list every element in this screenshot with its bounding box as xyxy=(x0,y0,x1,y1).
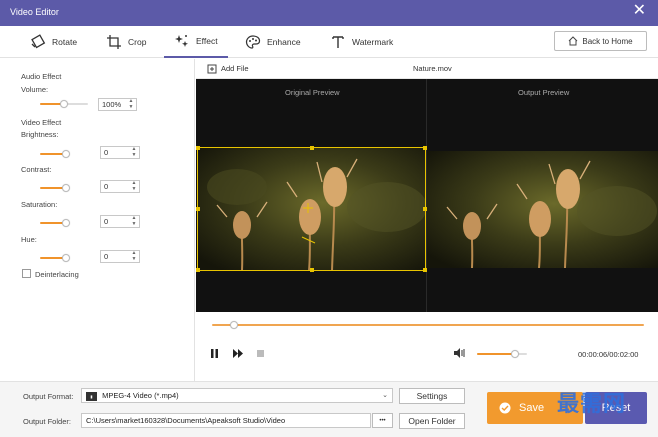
output-preview-label: Output Preview xyxy=(518,88,570,97)
output-format-value: MPEG-4 Video (*.mp4) xyxy=(102,391,179,400)
saturation-stepper[interactable]: 0 ▲ ▼ xyxy=(100,215,140,228)
hue-label: Hue: xyxy=(21,235,37,244)
hue-value: 0 xyxy=(104,252,109,261)
player-volume-fill xyxy=(477,353,515,355)
brightness-stepper[interactable]: 0 ▲ ▼ xyxy=(100,146,140,159)
stepper-arrows-icon[interactable]: ▲ ▼ xyxy=(130,146,138,158)
video-effect-heading: Video Effect xyxy=(21,118,62,127)
player-volume-slider[interactable] xyxy=(477,349,527,359)
tab-crop-label: Crop xyxy=(128,37,147,47)
tab-rotate[interactable]: Rotate xyxy=(30,26,77,58)
watermark-icon xyxy=(332,36,344,48)
saturation-label: Saturation: xyxy=(21,200,58,209)
hue-slider-knob[interactable] xyxy=(62,254,70,262)
contrast-slider[interactable] xyxy=(40,183,70,193)
crop-handle[interactable] xyxy=(423,146,427,150)
speaker-icon[interactable] xyxy=(454,348,465,358)
tab-bar: Rotate Crop Effect Enhance Watermark Bac… xyxy=(0,26,658,58)
contrast-value: 0 xyxy=(104,182,109,191)
volume-slider-knob[interactable] xyxy=(60,100,68,108)
saturation-slider-knob[interactable] xyxy=(62,219,70,227)
tab-enhance[interactable]: Enhance xyxy=(245,26,301,58)
crop-handle[interactable] xyxy=(196,207,200,211)
hue-slider[interactable] xyxy=(40,253,70,263)
deinterlacing-checkbox[interactable] xyxy=(22,269,31,278)
crop-handle[interactable] xyxy=(310,146,314,150)
effect-icon xyxy=(175,35,188,47)
file-name: Nature.mov xyxy=(413,64,452,73)
player-volume-knob[interactable] xyxy=(510,350,519,358)
contrast-slider-knob[interactable] xyxy=(62,184,70,192)
timeline-track xyxy=(212,324,644,326)
crop-selection-box[interactable] xyxy=(196,146,427,272)
home-icon xyxy=(569,36,578,46)
tab-effect-label: Effect xyxy=(196,36,218,46)
tab-watermark[interactable]: Watermark xyxy=(330,26,393,58)
time-display: 00:00:06/00:02:00 xyxy=(578,350,639,359)
stepper-arrows-icon[interactable]: ▲ ▼ xyxy=(127,98,135,110)
stepper-arrows-icon[interactable]: ▲ ▼ xyxy=(130,250,138,262)
output-format-select[interactable]: ▮ MPEG-4 Video (*.mp4) ⌄ xyxy=(81,388,393,403)
checkmark-circle-icon xyxy=(499,402,511,414)
stepper-arrows-icon[interactable]: ▲ ▼ xyxy=(130,215,138,227)
timeline-slider[interactable] xyxy=(212,320,644,330)
add-file-link[interactable]: Add File xyxy=(221,64,249,73)
video-format-icon: ▮ xyxy=(86,391,97,401)
crop-icon xyxy=(107,35,121,49)
save-label: Save xyxy=(519,402,545,414)
tab-rotate-label: Rotate xyxy=(52,37,78,47)
output-format-label: Output Format: xyxy=(23,392,74,401)
stop-icon[interactable] xyxy=(257,350,264,357)
window-title: Video Editor xyxy=(10,7,59,17)
brightness-slider-knob[interactable] xyxy=(62,150,70,158)
brightness-label: Brightness: xyxy=(21,130,59,139)
volume-value: 100% xyxy=(102,100,122,109)
output-folder-field[interactable]: C:\Users\market160328\Documents\Apeaksof… xyxy=(81,413,371,428)
back-to-home-label: Back to Home xyxy=(582,36,633,46)
output-video-frame xyxy=(427,151,658,268)
tab-effect[interactable]: Effect xyxy=(164,26,228,58)
volume-label: Volume: xyxy=(21,85,49,94)
contrast-label: Contrast: xyxy=(21,165,52,174)
enhance-icon xyxy=(245,35,261,49)
add-file-icon[interactable] xyxy=(207,64,217,74)
tab-watermark-label: Watermark xyxy=(352,37,394,47)
open-folder-button[interactable]: Open Folder xyxy=(399,413,465,429)
original-preview-label: Original Preview xyxy=(285,88,340,97)
output-folder-label: Output Folder: xyxy=(23,417,71,426)
saturation-slider[interactable] xyxy=(40,218,70,228)
fast-forward-icon[interactable] xyxy=(233,349,243,358)
pause-icon[interactable] xyxy=(210,349,219,358)
timeline-knob[interactable] xyxy=(229,321,238,329)
volume-stepper[interactable]: 100% ▲ ▼ xyxy=(98,98,137,111)
brightness-value: 0 xyxy=(104,148,109,157)
crop-handle[interactable] xyxy=(196,268,200,272)
close-icon[interactable]: ✕ xyxy=(633,3,646,19)
saturation-value: 0 xyxy=(104,217,109,226)
crop-handle[interactable] xyxy=(423,268,427,272)
crop-handle[interactable] xyxy=(196,146,200,150)
deinterlacing-label: Deinterlacing xyxy=(35,270,79,279)
tab-crop[interactable]: Crop xyxy=(106,26,146,58)
brightness-slider[interactable] xyxy=(40,149,70,159)
output-video-image xyxy=(427,151,658,268)
contrast-stepper[interactable]: 0 ▲ ▼ xyxy=(100,180,140,193)
hue-stepper[interactable]: 0 ▲ ▼ xyxy=(100,250,140,263)
stepper-arrows-icon[interactable]: ▲ ▼ xyxy=(130,180,138,192)
title-bar: Video Editor ✕ xyxy=(0,0,658,26)
audio-effect-heading: Audio Effect xyxy=(21,72,62,81)
settings-button[interactable]: Settings xyxy=(399,388,465,404)
preview-header: Add File Nature.mov xyxy=(196,59,658,79)
crop-handle[interactable] xyxy=(310,268,314,272)
volume-slider[interactable] xyxy=(40,99,88,109)
site-watermark-text: 最需网 xyxy=(557,392,627,417)
browse-folder-button[interactable]: ••• xyxy=(372,413,393,428)
rotate-icon xyxy=(31,34,46,49)
back-to-home-button[interactable]: Back to Home xyxy=(554,31,647,51)
chevron-down-icon[interactable]: ⌄ xyxy=(382,389,388,402)
tab-enhance-label: Enhance xyxy=(267,37,301,47)
